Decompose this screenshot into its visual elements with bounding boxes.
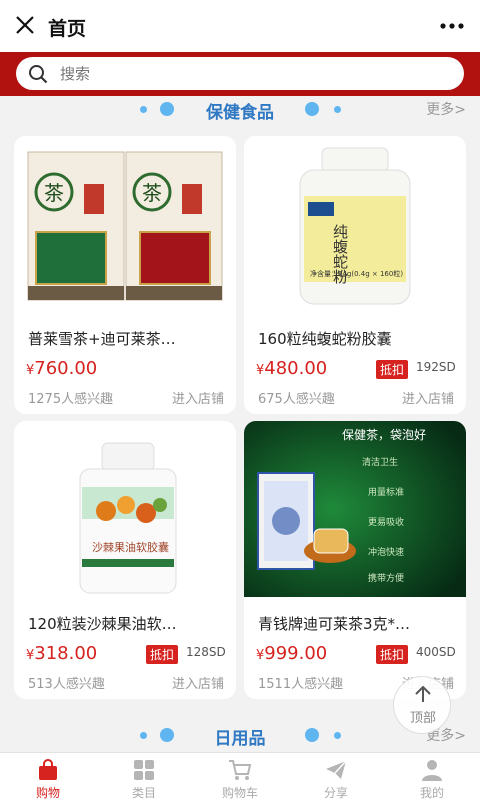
section-header-health-food: 保健食品 更多>	[0, 96, 480, 126]
svg-text:冲泡快速: 冲泡快速	[368, 546, 404, 558]
tab-mine[interactable]: 我的	[384, 753, 480, 800]
sd-points: 192SD	[416, 360, 456, 374]
decor-dot	[334, 732, 341, 739]
tab-label: 分享	[323, 786, 348, 800]
page-title: 首页	[48, 18, 87, 40]
svg-text:茶: 茶	[44, 181, 64, 205]
product-image: 茶 茶	[14, 136, 236, 312]
cart-icon	[229, 760, 252, 780]
search-input[interactable]	[60, 61, 450, 86]
section-more-link[interactable]: 更多>	[426, 99, 466, 119]
interest-count: 513人感兴趣	[28, 677, 105, 692]
product-price: ¥318.00	[26, 643, 98, 664]
tab-label: 购物	[35, 786, 60, 800]
svg-text:净含量：64g(0.4g × 160粒): 净含量：64g(0.4g × 160粒)	[310, 269, 403, 278]
sd-points: 400SD	[416, 645, 456, 659]
product-image: 保健茶，袋泡好 清洁卫生 用量标准 更易吸收 冲泡快速 携带方便	[244, 421, 466, 597]
search-band	[0, 52, 480, 96]
close-icon[interactable]	[12, 12, 38, 38]
product-card[interactable]: 保健茶，袋泡好 清洁卫生 用量标准 更易吸收 冲泡快速 携带方便 青钱牌迪可莱茶…	[244, 421, 466, 699]
back-to-top-button[interactable]: 顶部	[393, 676, 451, 734]
top-bar: 首页	[0, 0, 480, 52]
svg-text:更易吸收: 更易吸收	[368, 516, 404, 528]
decor-dot	[305, 102, 319, 116]
deduct-badge: 抵扣	[376, 645, 409, 664]
interest-count: 675人感兴趣	[258, 392, 335, 407]
product-price: ¥760.00	[26, 358, 98, 379]
deduct-badge: 抵扣	[376, 360, 409, 379]
product-image: 沙棘果油软胶囊	[14, 421, 236, 597]
product-name: 120粒装沙棘果油软…	[28, 615, 177, 633]
arrow-up-icon	[415, 685, 431, 702]
more-dots-icon[interactable]	[438, 14, 466, 38]
share-plane-icon	[326, 760, 347, 779]
user-icon	[422, 760, 442, 781]
bottom-tab-bar: 购物 类目 购物车 分享 我的	[0, 752, 480, 800]
product-image: 纯蝮蛇粉 净含量：64g(0.4g × 160粒)	[244, 136, 466, 312]
svg-text:携带方便: 携带方便	[368, 572, 404, 584]
search-icon	[29, 65, 48, 84]
tab-label: 类目	[131, 786, 156, 800]
section-title: 保健食品	[206, 103, 274, 123]
product-name: 青钱牌迪可莱茶3克*…	[258, 615, 411, 633]
tab-category[interactable]: 类目	[96, 753, 192, 800]
enter-store-link[interactable]: 进入店铺	[172, 673, 224, 692]
enter-store-link[interactable]: 进入店铺	[172, 388, 224, 407]
tab-label: 我的	[419, 786, 444, 800]
tab-share[interactable]: 分享	[288, 753, 384, 800]
enter-store-link[interactable]: 进入店铺	[402, 388, 454, 407]
svg-text:清洁卫生: 清洁卫生	[362, 456, 398, 468]
svg-text:保健茶，袋泡好: 保健茶，袋泡好	[342, 427, 426, 442]
product-card[interactable]: 纯蝮蛇粉 净含量：64g(0.4g × 160粒) 160粒纯蝮蛇粉胶囊 ¥48…	[244, 136, 466, 414]
product-price: ¥480.00	[256, 358, 328, 379]
sd-points: 128SD	[186, 645, 226, 659]
deduct-badge: 抵扣	[146, 645, 179, 664]
search-bar[interactable]	[16, 57, 464, 90]
svg-text:茶: 茶	[142, 181, 162, 205]
tab-cart[interactable]: 购物车	[192, 753, 288, 800]
category-grid-icon	[134, 760, 154, 780]
tab-label: 购物车	[221, 786, 258, 800]
svg-text:用量标准: 用量标准	[368, 486, 404, 498]
decor-dot	[305, 728, 319, 742]
shopping-bag-icon	[39, 759, 57, 780]
svg-text:沙棘果油软胶囊: 沙棘果油软胶囊	[92, 540, 169, 554]
interest-count: 1511人感兴趣	[258, 677, 344, 692]
decor-dot	[334, 106, 341, 113]
tab-shopping[interactable]: 购物	[0, 753, 96, 800]
product-name: 160粒纯蝮蛇粉胶囊	[258, 330, 392, 348]
product-price: ¥999.00	[256, 643, 328, 664]
product-name: 普莱雪茶+迪可莱茶…	[28, 330, 176, 348]
back-to-top-label: 顶部	[409, 711, 436, 726]
product-card[interactable]: 茶 茶 普莱雪茶+迪可莱茶… ¥760.00 1275人感兴趣 进入店铺	[14, 136, 236, 414]
interest-count: 1275人感兴趣	[28, 392, 114, 407]
product-card[interactable]: 沙棘果油软胶囊 120粒装沙棘果油软… ¥318.00 抵扣 128SD 513…	[14, 421, 236, 699]
